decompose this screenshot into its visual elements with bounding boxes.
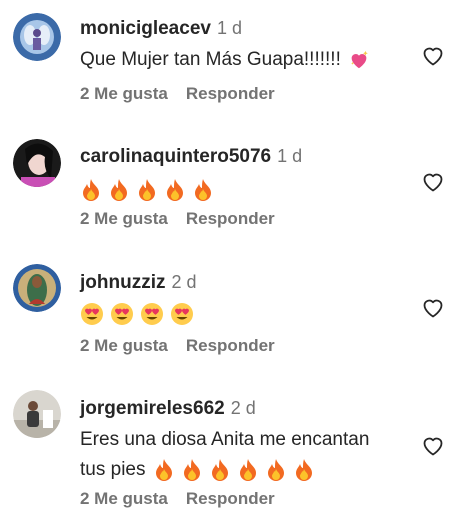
fire-emoji [164, 178, 186, 202]
fire-emoji [80, 178, 102, 202]
comment-text: Que Mujer tan Más Guapa!!!!!!! [80, 45, 410, 75]
likes-count-link[interactable]: 2 Me gusta [80, 489, 168, 508]
heart-eyes-emoji [170, 302, 194, 326]
heart-outline-icon[interactable] [421, 44, 445, 68]
comment-text: Eres una diosa Anita me encantan tus pie… [80, 425, 410, 485]
username[interactable]: monicigleacev [80, 18, 211, 39]
comment-actions: 2 Me gusta Responder [80, 209, 275, 229]
comment-actions: 2 Me gusta Responder [80, 84, 275, 104]
comment-text [80, 175, 410, 205]
avatar[interactable] [13, 264, 61, 312]
heart-eyes-emoji [110, 302, 134, 326]
sparkling-heart-emoji [348, 49, 370, 71]
heart-outline-icon[interactable] [421, 434, 445, 458]
fire-emoji [136, 178, 158, 202]
likes-count-link[interactable]: 2 Me gusta [80, 84, 168, 103]
comment-time: 1 d [277, 146, 303, 166]
comment-text-line: tus pies [80, 459, 146, 480]
avatar[interactable] [13, 390, 61, 438]
fire-emoji [265, 458, 287, 482]
comment-text [80, 299, 410, 329]
reply-button[interactable]: Responder [186, 84, 275, 103]
comment-time: 1 d [216, 18, 242, 38]
reply-button[interactable]: Responder [186, 336, 275, 355]
reply-button[interactable]: Responder [186, 489, 275, 508]
comment-actions: 2 Me gusta Responder [80, 336, 275, 356]
fire-emoji [209, 458, 231, 482]
comment-time: 2 d [230, 398, 256, 418]
heart-eyes-emoji [80, 302, 104, 326]
comment-time: 2 d [171, 272, 197, 292]
fire-emoji [181, 458, 203, 482]
comment-item: monicigleacev 1 d Que Mujer tan Más Guapa… [0, 0, 462, 125]
comment-item: carolinaquintero5076 1 d 2 Me gusta Respon… [0, 125, 462, 251]
heart-eyes-emoji [140, 302, 164, 326]
avatar[interactable] [13, 13, 61, 61]
username[interactable]: johnuzziz [80, 272, 165, 293]
username[interactable]: carolinaquintero5076 [80, 146, 271, 167]
comment-actions: 2 Me gusta Responder [80, 489, 275, 509]
likes-count-link[interactable]: 2 Me gusta [80, 336, 168, 355]
fire-emoji [237, 458, 259, 482]
likes-count-link[interactable]: 2 Me gusta [80, 209, 168, 228]
fire-emoji [293, 458, 315, 482]
comment-text-line: Eres una diosa Anita me encantan [80, 429, 370, 450]
fire-emoji [108, 178, 130, 202]
username[interactable]: jorgemireles662 [80, 398, 225, 419]
fire-emoji [153, 458, 175, 482]
heart-outline-icon[interactable] [421, 296, 445, 320]
heart-outline-icon[interactable] [421, 170, 445, 194]
comment-item: jorgemireles662 2 d Eres una diosa Anita … [0, 377, 462, 523]
comment-text-content: Que Mujer tan Más Guapa!!!!!!! [80, 49, 341, 70]
fire-emoji [192, 178, 214, 202]
reply-button[interactable]: Responder [186, 209, 275, 228]
avatar[interactable] [13, 139, 61, 187]
comment-item: johnuzziz 2 d 2 Me gusta Responder [0, 251, 462, 377]
